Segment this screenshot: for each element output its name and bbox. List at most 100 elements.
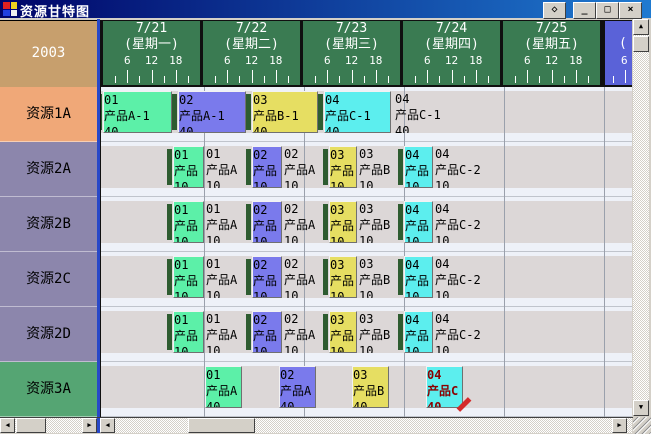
resource-cell-1[interactable]: 资源1A xyxy=(0,87,97,142)
bar-qty: 10 xyxy=(253,344,281,353)
day-date: 7/23 xyxy=(303,21,400,36)
gantt-bar[interactable]: 01产品A-140 xyxy=(103,91,172,133)
resource-gantt-window: 资源甘特图 ◇_□× 2003 资源1A资源2A资源2B资源2C资源2D资源3A… xyxy=(0,0,651,434)
minimize-button[interactable]: _ xyxy=(573,2,596,19)
chart-hscroll-right-button[interactable]: ▶ xyxy=(612,418,627,433)
bar-qty: 10 xyxy=(253,179,281,188)
bar-product: 产品 xyxy=(174,163,203,179)
app-icon xyxy=(3,2,17,16)
bar-qty: 40 xyxy=(206,399,241,408)
hour-tick-mark xyxy=(452,70,453,83)
bar-product: 产品 xyxy=(405,273,432,289)
vscroll-thumb[interactable] xyxy=(633,36,649,52)
gantt-bar[interactable]: 01产品10 xyxy=(173,256,204,298)
bar-product: 产品 xyxy=(330,163,356,179)
bar-product: 产品B xyxy=(353,383,388,399)
hour-tick-label: 6 xyxy=(124,54,131,67)
date-header-strip: 7/21(星期一)612187/22(星期二)612187/23(星期三)612… xyxy=(100,20,632,86)
gantt-bar[interactable]: 02产品10 xyxy=(252,146,282,188)
day-date: 7/24 xyxy=(403,21,500,36)
gantt-bar[interactable]: 04产品C40 xyxy=(426,366,463,408)
gantt-bar[interactable]: 04产品10 xyxy=(404,201,433,243)
label-product: 产品C-2 xyxy=(435,217,499,233)
setup-tab xyxy=(398,314,403,350)
gantt-bar[interactable]: 03产品10 xyxy=(329,146,357,188)
resource-cell-5[interactable]: 资源2D xyxy=(0,307,97,362)
resource-cell-3[interactable]: 资源2B xyxy=(0,197,97,252)
left-hscroll-thumb[interactable] xyxy=(16,418,46,433)
label-product: 产品B xyxy=(359,217,400,233)
gantt-bar[interactable]: 01产品10 xyxy=(173,311,204,353)
hour-tick-mark xyxy=(527,70,528,83)
setup-tab xyxy=(172,94,177,130)
bar-op-number: 04 xyxy=(325,92,390,108)
gantt-bar[interactable]: 04产品10 xyxy=(404,311,433,353)
setup-tab xyxy=(318,94,323,130)
label-product: 产品A xyxy=(284,217,325,233)
bar-qty: 10 xyxy=(405,234,432,243)
left-hscroll-right-button[interactable]: ▶ xyxy=(82,418,97,433)
gantt-bar[interactable]: 02产品A-140 xyxy=(178,91,246,133)
label-op-number: 01 xyxy=(206,311,247,327)
gantt-bar[interactable]: 03产品B40 xyxy=(352,366,389,408)
chart-hscroll-track[interactable] xyxy=(100,418,632,433)
setup-tab xyxy=(100,94,102,130)
bar-op-number: 03 xyxy=(353,367,388,383)
gantt-bar[interactable]: 02产品10 xyxy=(252,256,282,298)
bar-qty: 10 xyxy=(253,234,281,243)
vscroll-track[interactable] xyxy=(633,19,649,416)
gantt-bar[interactable]: 01产品A40 xyxy=(205,366,242,408)
vscroll-down-button[interactable]: ▼ xyxy=(633,400,649,416)
close-button[interactable]: × xyxy=(619,2,642,19)
resource-cell-6[interactable]: 资源3A xyxy=(0,362,97,417)
bar-product: 产品 xyxy=(174,218,203,234)
gantt-bar[interactable]: 03产品10 xyxy=(329,256,357,298)
gantt-bar[interactable]: 04产品10 xyxy=(404,146,433,188)
label-qty: 40 xyxy=(395,123,515,133)
gantt-bar[interactable]: 03产品10 xyxy=(329,311,357,353)
overflow-label: 03产品B10 xyxy=(359,311,400,353)
hour-tick-mark xyxy=(439,76,440,83)
gantt-row: 01产品A-14002产品A-14003产品B-14004产品C-14004 产品… xyxy=(101,87,632,142)
maximize-button[interactable]: □ xyxy=(596,2,619,19)
day-header-cell: 7/24(星期四)61218 xyxy=(403,21,500,85)
bar-qty: 40 xyxy=(104,124,171,133)
setup-tab xyxy=(167,149,172,185)
gantt-bar[interactable]: 04产品10 xyxy=(404,256,433,298)
vscroll-up-button[interactable]: ▲ xyxy=(633,19,649,35)
gantt-bar[interactable]: 03产品10 xyxy=(329,201,357,243)
bar-product: 产品 xyxy=(174,328,203,344)
gantt-bar[interactable]: 01产品10 xyxy=(173,146,204,188)
label-op-number: 04 xyxy=(395,91,515,107)
hour-tick-mark xyxy=(276,70,277,83)
label-op-number: 01 xyxy=(206,256,247,272)
gantt-bar[interactable]: 04产品C-140 xyxy=(324,91,391,133)
hour-tick-mark xyxy=(227,70,228,83)
left-hscroll-left-button[interactable]: ◀ xyxy=(0,418,15,433)
label-qty: 10 xyxy=(435,288,499,298)
setup-tab xyxy=(246,204,251,240)
gantt-bar[interactable]: 02产品A40 xyxy=(279,366,316,408)
chart-hscroll-thumb[interactable] xyxy=(188,418,255,433)
bar-product: 产品A-1 xyxy=(179,108,245,124)
gantt-bar[interactable]: 02产品10 xyxy=(252,201,282,243)
gantt-bar[interactable]: 02产品10 xyxy=(252,311,282,353)
label-qty: 10 xyxy=(359,178,400,188)
bar-op-number: 02 xyxy=(253,202,281,218)
bar-product: 产品 xyxy=(330,218,356,234)
gantt-bar[interactable]: 01产品10 xyxy=(173,201,204,243)
gantt-bar[interactable]: 03产品B-140 xyxy=(252,91,318,133)
label-op-number: 04 xyxy=(435,146,499,162)
resource-cell-4[interactable]: 资源2C xyxy=(0,252,97,307)
resource-cell-2[interactable]: 资源2A xyxy=(0,142,97,197)
restore-diamond-button[interactable]: ◇ xyxy=(543,2,566,19)
overflow-label: 04产品C-210 xyxy=(435,146,499,188)
bar-product: 产品 xyxy=(253,218,281,234)
resize-grip[interactable] xyxy=(633,417,651,434)
hour-tick-mark xyxy=(464,76,465,83)
label-product: 产品B xyxy=(359,162,400,178)
bar-product: 产品 xyxy=(330,273,356,289)
label-product: 产品B xyxy=(359,327,400,343)
chart-hscroll-left-button[interactable]: ◀ xyxy=(100,418,115,433)
hour-tick-label: 6 xyxy=(621,54,628,67)
